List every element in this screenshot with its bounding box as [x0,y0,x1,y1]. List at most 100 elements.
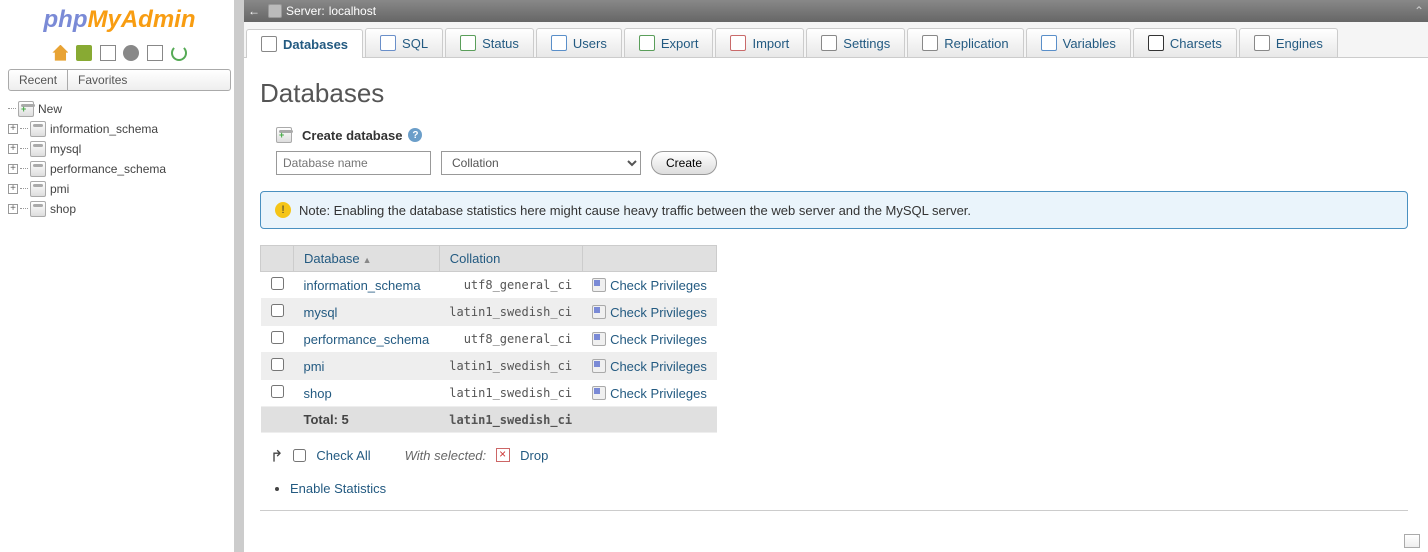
tree-line-icon [20,208,28,209]
home-icon[interactable] [52,45,68,61]
tab-settings[interactable]: Settings [806,28,905,57]
database-icon [261,36,277,52]
expand-icon[interactable]: + [8,124,18,134]
check-all-link[interactable]: Check All [316,448,370,463]
enable-statistics-link[interactable]: Enable Statistics [290,481,1408,496]
tab-label: Variables [1063,36,1116,51]
charsets-icon [1148,35,1164,51]
col-database[interactable]: Database▲ [294,246,440,272]
status-icon [460,35,476,51]
tab-charsets[interactable]: Charsets [1133,28,1237,57]
tree-db-item[interactable]: +performance_schema [8,159,231,179]
row-collation: utf8_general_ci [439,272,582,299]
sidebar-resizer[interactable] [234,0,244,552]
arrow-indicator-icon: ↳ [270,445,283,465]
check-privileges-link[interactable]: Check Privileges [610,332,707,347]
docs-icon[interactable] [100,45,116,61]
db-name-link[interactable]: shop [304,386,332,401]
logout-icon[interactable] [76,45,92,61]
db-tree: New + information_schema +mysql+performanc… [0,95,239,223]
sql-icon [380,35,396,51]
main: ← Server: localhost ⌃ Databases SQLStatus… [240,0,1428,552]
tree-db-item[interactable]: +pmi [8,179,231,199]
db-name-link[interactable]: pmi [304,359,325,374]
variables-icon [1041,35,1057,51]
create-db-label: Create database [302,128,402,143]
row-checkbox[interactable] [271,277,284,290]
tab-sql[interactable]: SQL [365,28,443,57]
alert-text: Note: Enabling the database statistics h… [299,203,971,218]
row-checkbox[interactable] [271,304,284,317]
db-name-link[interactable]: performance_schema [304,332,430,347]
create-db-header: Create database ? [276,127,1408,143]
tab-import[interactable]: Import [715,28,804,57]
tab-engines[interactable]: Engines [1239,28,1338,57]
col-collation[interactable]: Collation [439,246,582,272]
database-icon [30,121,46,137]
tree-db-item[interactable]: + shop [8,199,231,219]
reload-frame-icon[interactable] [147,45,163,61]
drop-link[interactable]: Drop [520,448,548,463]
tab-status[interactable]: Status [445,28,534,57]
sidebar: phpMyAdmin Recent Favorites New + informa… [0,0,240,552]
tab-label: Databases [283,37,348,52]
tab-replication[interactable]: Replication [907,28,1023,57]
warning-alert: ! Note: Enabling the database statistics… [260,191,1408,229]
tab-recent[interactable]: Recent [9,70,68,90]
tree-db-item[interactable]: +mysql [8,139,231,159]
console-toggle-icon[interactable] [1404,534,1420,548]
tree-line-icon [8,108,16,109]
logo[interactable]: phpMyAdmin [0,0,239,40]
check-privileges-link[interactable]: Check Privileges [610,359,707,374]
tree-new[interactable]: New [8,99,231,119]
help-icon[interactable]: ? [408,128,422,142]
tab-favorites[interactable]: Favorites [68,70,137,90]
expand-icon[interactable]: + [8,204,18,214]
row-checkbox[interactable] [271,385,284,398]
server-icon [268,4,282,18]
navi-settings-icon[interactable] [123,45,139,61]
collapse-icon[interactable]: ⌃ [1414,4,1424,18]
expand-icon[interactable]: + [8,184,18,194]
drop-icon [496,448,510,462]
database-icon [30,141,46,157]
tree-db-label: information_schema [50,122,158,136]
tree-new-label: New [38,102,62,116]
tab-users[interactable]: Users [536,28,622,57]
footer-collation: latin1_swedish_ci [439,407,582,433]
check-privileges-link[interactable]: Check Privileges [610,305,707,320]
breadcrumb[interactable]: Server: localhost [268,4,376,18]
collation-select[interactable]: Collation [441,151,641,175]
back-icon[interactable]: ← [248,4,260,18]
tree-db-item[interactable]: + information_schema [8,119,231,139]
with-selected-label: With selected: [405,448,487,463]
db-name-link[interactable]: mysql [304,305,338,320]
privileges-icon [592,305,606,319]
tab-databases[interactable]: Databases [246,29,363,58]
expand-icon[interactable]: + [8,164,18,174]
tab-export[interactable]: Export [624,28,714,57]
tab-label: Replication [944,36,1008,51]
create-button[interactable]: Create [651,151,717,175]
settings-icon [821,35,837,51]
check-privileges-link[interactable]: Check Privileges [610,386,707,401]
footer-total: Total: 5 [294,407,440,433]
check-all-checkbox[interactable] [293,449,306,462]
row-checkbox[interactable] [271,358,284,371]
footer-divider [260,510,1408,511]
table-row: information_schema utf8_general_ci Check P… [261,272,717,299]
logo-php: php [44,6,88,33]
create-db-section: Create database ? Collation Create [276,127,1408,175]
db-name-input[interactable] [276,151,431,175]
new-db-icon [18,101,34,117]
tab-variables[interactable]: Variables [1026,28,1131,57]
sort-asc-icon: ▲ [363,255,372,265]
db-name-link[interactable]: information_schema [304,278,421,293]
check-all-row: ↳ Check All With selected: Drop [260,445,1408,465]
check-privileges-link[interactable]: Check Privileges [610,278,707,293]
expand-icon[interactable]: + [8,144,18,154]
tree-db-label: shop [50,202,76,216]
privileges-icon [592,332,606,346]
refresh-icon[interactable] [171,45,187,61]
row-checkbox[interactable] [271,331,284,344]
